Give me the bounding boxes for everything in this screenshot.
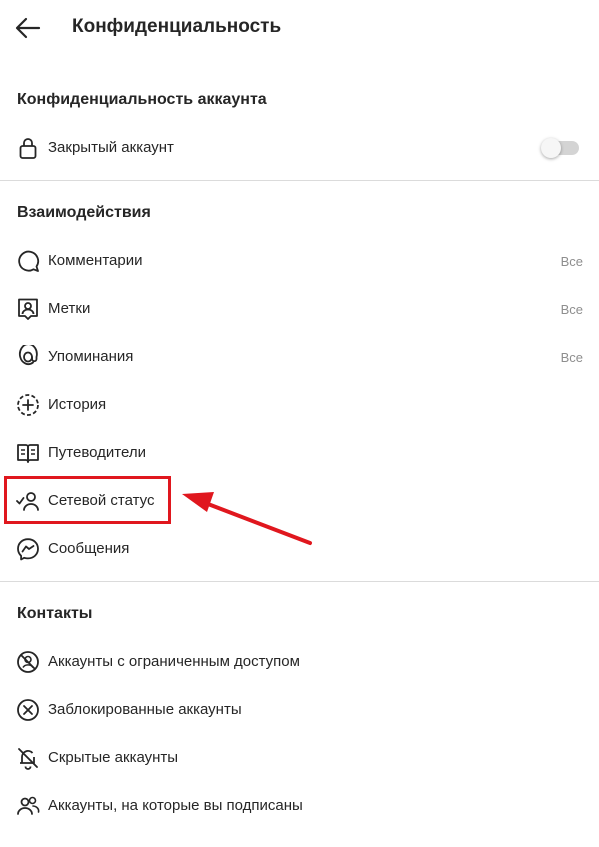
interactions-item-value: Все [560, 302, 583, 317]
tag-person-icon [16, 297, 40, 321]
private-account-toggle[interactable] [541, 138, 579, 158]
contacts-item-following[interactable]: Аккаунты, на которые вы подписаны [0, 782, 599, 830]
divider [0, 581, 599, 582]
contacts-item-label: Аккаунты, на которые вы подписаны [48, 797, 303, 814]
interactions-item-comments[interactable]: Комментарии Все [0, 237, 599, 285]
annotation-arrow [170, 476, 320, 556]
following-icon [16, 794, 40, 818]
lock-icon [16, 136, 40, 160]
top-bar: Конфиденциальность [0, 0, 599, 56]
private-account-label: Закрытый аккаунт [48, 139, 174, 156]
interactions-section-title: Взаимодействия [17, 204, 151, 221]
interactions-item-label: Упоминания [48, 348, 134, 365]
guide-book-icon [16, 441, 40, 465]
divider [0, 180, 599, 181]
interactions-item-story[interactable]: История [0, 381, 599, 429]
interactions-item-label: Сообщения [48, 540, 130, 557]
back-arrow-icon[interactable] [14, 14, 42, 42]
account-privacy-section-title: Конфиденциальность аккаунта [17, 91, 267, 108]
comment-icon [16, 249, 40, 273]
story-add-icon [16, 393, 40, 417]
page-title: Конфиденциальность [72, 16, 282, 37]
restricted-icon [16, 650, 40, 674]
contacts-item-label: Заблокированные аккаунты [48, 701, 242, 718]
interactions-item-label: История [48, 396, 107, 413]
mention-icon [16, 345, 40, 369]
interactions-item-tags[interactable]: Метки Все [0, 285, 599, 333]
contacts-item-label: Скрытые аккаунты [48, 749, 179, 766]
toggle-knob [541, 138, 561, 158]
private-account-row[interactable]: Закрытый аккаунт [0, 124, 599, 172]
interactions-item-label: Путеводители [48, 444, 146, 461]
contacts-section-title: Контакты [17, 605, 93, 622]
messenger-icon [16, 537, 40, 561]
contacts-item-label: Аккаунты с ограниченным доступом [48, 653, 300, 670]
interactions-item-guides[interactable]: Путеводители [0, 429, 599, 477]
contacts-item-blocked[interactable]: Заблокированные аккаунты [0, 686, 599, 734]
interactions-item-label: Метки [48, 300, 91, 317]
interactions-item-value: Все [560, 350, 583, 365]
annotation-highlight-box [4, 476, 171, 524]
interactions-item-value: Все [560, 254, 583, 269]
interactions-item-mentions[interactable]: Упоминания Все [0, 333, 599, 381]
blocked-icon [16, 698, 40, 722]
contacts-item-restricted[interactable]: Аккаунты с ограниченным доступом [0, 638, 599, 686]
muted-bell-icon [16, 746, 40, 770]
contacts-item-muted[interactable]: Скрытые аккаунты [0, 734, 599, 782]
interactions-item-label: Комментарии [48, 252, 143, 269]
